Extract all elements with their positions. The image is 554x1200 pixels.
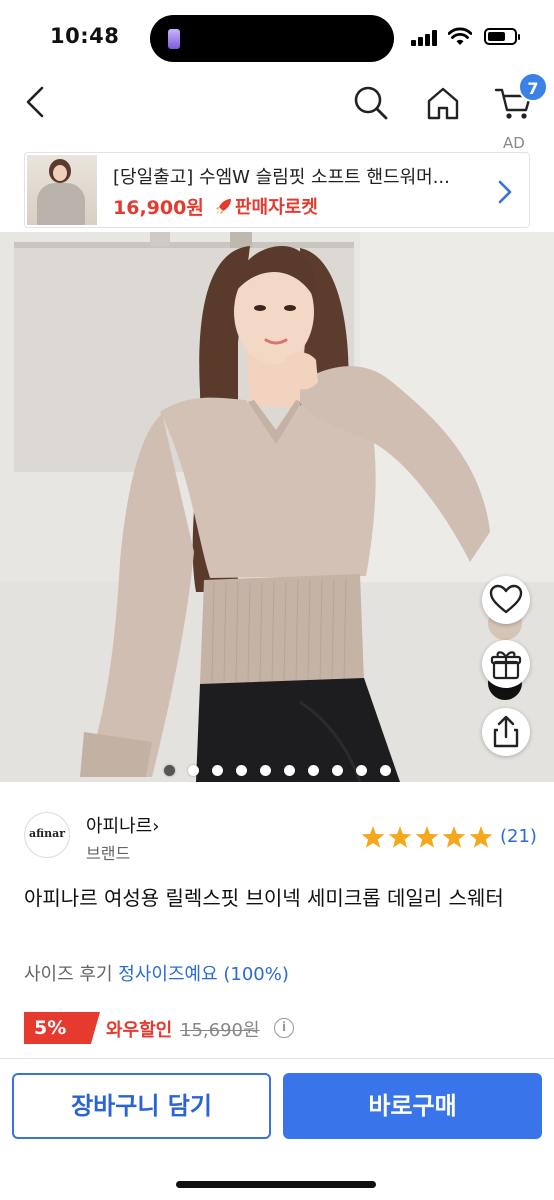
gallery-dot[interactable] — [260, 765, 271, 776]
cellular-signal-icon — [411, 30, 439, 46]
product-title: 아피나르 여성용 릴렉스핏 브이넥 세미크롭 데일리 스웨터 — [24, 886, 504, 910]
size-review-value: 정사이즈예요 (100%) — [118, 964, 289, 985]
gallery-dot[interactable] — [380, 765, 391, 776]
size-review-label: 사이즈 후기 — [24, 964, 113, 985]
gallery-dot[interactable] — [236, 765, 247, 776]
info-icon[interactable]: i — [274, 1018, 294, 1038]
banner-product-price: 16,900원 — [113, 197, 204, 219]
brand-logo[interactable]: afinar — [24, 812, 70, 858]
original-price: 15,690원 — [180, 1020, 260, 1041]
gallery-dot[interactable] — [188, 765, 199, 776]
flashlight-icon — [168, 29, 180, 49]
home-indicator — [176, 1181, 376, 1188]
gallery-dot[interactable] — [164, 765, 175, 776]
banner-product-title: [당일출고] 수엠W 슬림핏 소프트 핸드워머... — [113, 167, 450, 188]
gallery-dot[interactable] — [308, 765, 319, 776]
gift-button[interactable] — [482, 640, 530, 688]
rating-count[interactable]: (21) — [500, 826, 537, 847]
star-icon — [469, 826, 493, 848]
banner-delivery-text: 판매자로켓 — [235, 197, 318, 218]
star-icon — [361, 826, 385, 848]
add-to-cart-button[interactable]: 장바구니 담기 — [12, 1073, 271, 1139]
gallery-dot[interactable] — [284, 765, 295, 776]
gift-icon — [490, 651, 522, 680]
star-icon — [442, 826, 466, 848]
share-icon — [493, 715, 519, 748]
chevron-right-icon — [498, 180, 512, 204]
ad-banner[interactable]: [당일출고] 수엠W 슬림핏 소프트 핸드워머... 16,900원 판매자로켓 — [24, 152, 530, 228]
banner-delivery-badge: 판매자로켓 — [215, 193, 318, 219]
brand-chevron-icon: › — [152, 816, 160, 837]
wifi-icon — [448, 27, 472, 45]
search-icon[interactable] — [352, 84, 390, 122]
home-icon[interactable] — [424, 84, 462, 122]
cart-count-badge: 7 — [518, 72, 548, 102]
star-icon — [415, 826, 439, 848]
brand-name-link[interactable]: 아피나르› — [86, 812, 159, 838]
product-image-gallery[interactable] — [0, 232, 554, 782]
size-review[interactable]: 사이즈 후기 정사이즈예요 (100%) — [24, 960, 289, 986]
banner-product-thumbnail — [27, 155, 97, 225]
top-navigation — [0, 76, 554, 132]
status-time: 10:48 — [50, 24, 120, 48]
dynamic-island — [150, 15, 394, 62]
product-photo — [0, 232, 554, 782]
gallery-dot[interactable] — [332, 765, 343, 776]
rating-stars[interactable] — [361, 826, 495, 850]
star-icon — [388, 826, 412, 848]
brand-label: 브랜드 — [86, 844, 131, 863]
buy-now-button[interactable]: 바로구매 — [283, 1073, 542, 1139]
discount-badge: 5% — [24, 1012, 100, 1044]
rocket-icon — [216, 199, 231, 214]
back-arrow-icon[interactable] — [22, 82, 50, 122]
bottom-action-bar: 장바구니 담기 바로구매 — [0, 1058, 554, 1200]
gallery-dot[interactable] — [356, 765, 367, 776]
gallery-dot[interactable] — [212, 765, 223, 776]
wow-discount-label: 와우할인 — [106, 1020, 173, 1041]
heart-icon — [489, 584, 523, 614]
ad-label: AD — [503, 134, 525, 152]
battery-icon — [484, 28, 520, 45]
status-bar: 10:48 — [0, 0, 554, 76]
wishlist-button[interactable] — [482, 576, 530, 624]
share-button[interactable] — [482, 708, 530, 756]
